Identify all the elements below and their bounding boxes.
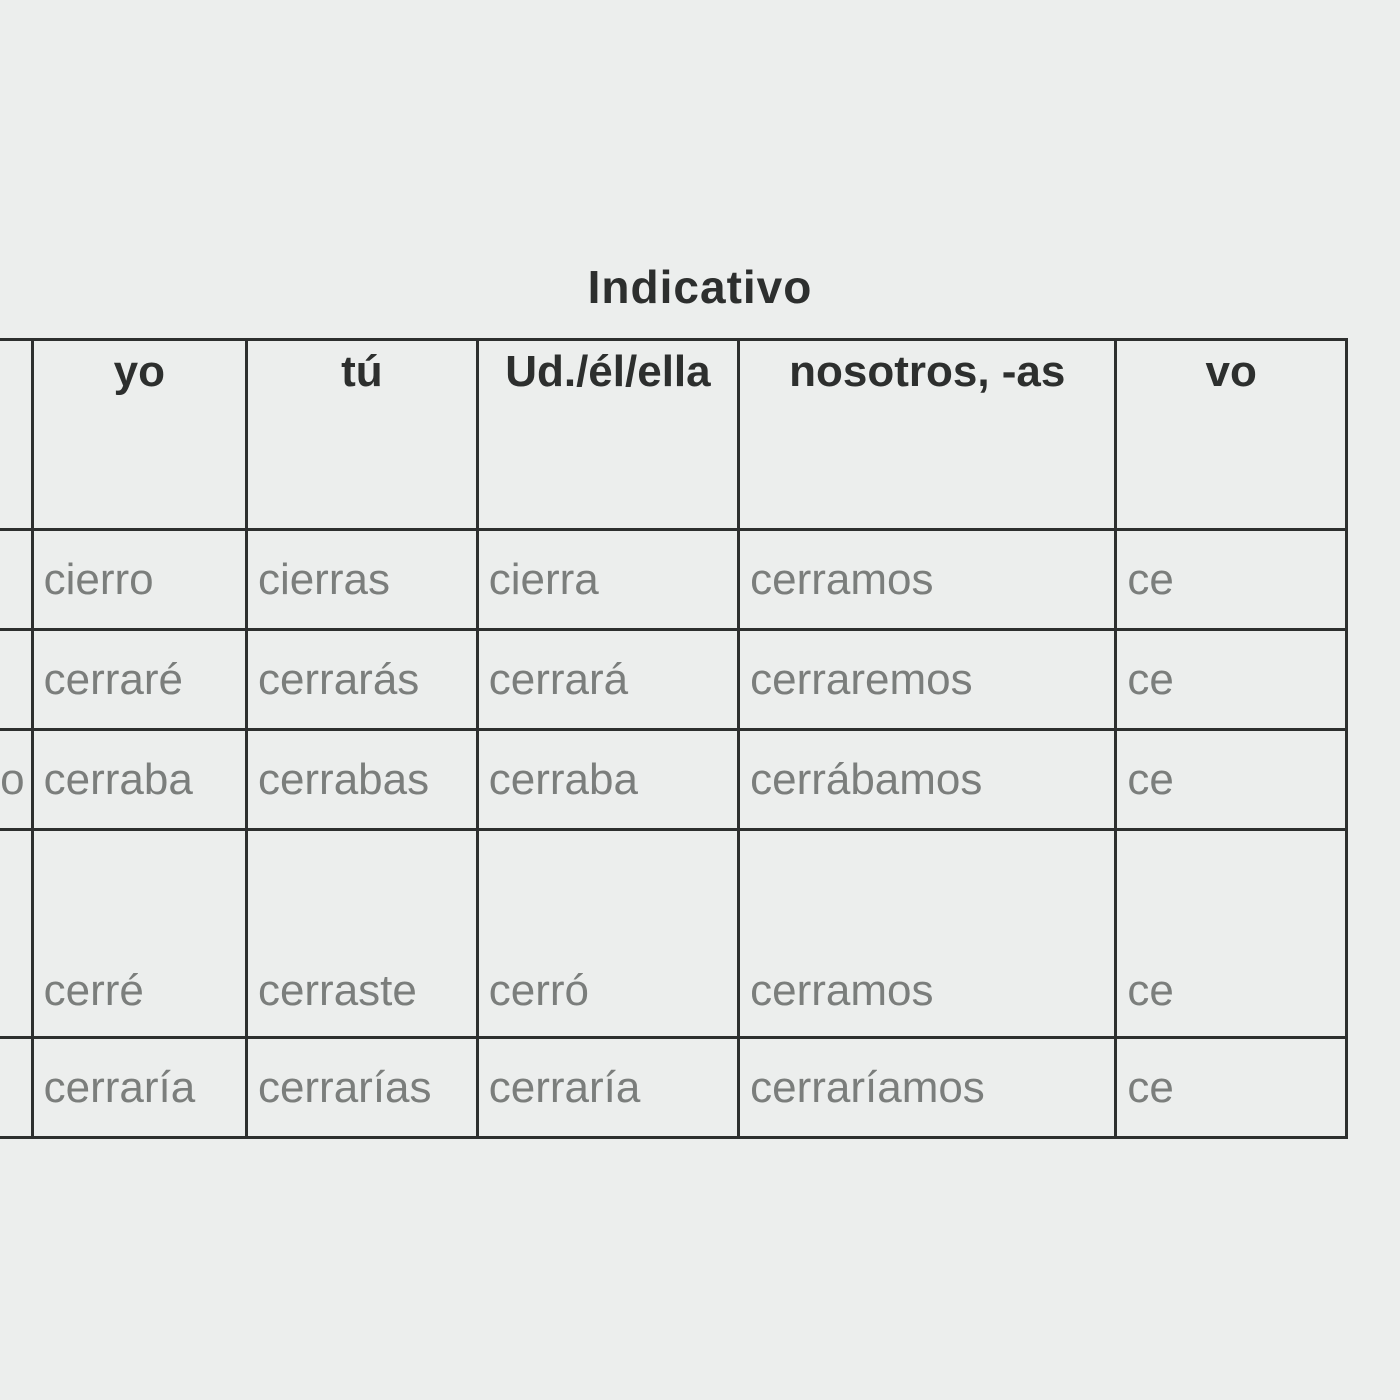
cell: cerramos <box>739 530 1116 630</box>
header-tu: tú <box>246 340 477 530</box>
table-row: cerraría cerrarías cerraría cerraríamos … <box>0 1038 1347 1138</box>
cell: cerraría <box>477 1038 738 1138</box>
table-title: Indicativo <box>0 260 1400 314</box>
cell: cerraré <box>32 630 246 730</box>
cell: cerrarías <box>246 1038 477 1138</box>
cell: cerrará <box>477 630 738 730</box>
cell: cerraremos <box>739 630 1116 730</box>
conjugation-table: yo tú Ud./él/ella nosotros, -as vo cierr… <box>0 338 1348 1139</box>
row-label <box>0 630 32 730</box>
cell: ce <box>1116 530 1347 630</box>
cell: ce <box>1116 730 1347 830</box>
cell: ce <box>1116 830 1347 1038</box>
cell: cerraba <box>477 730 738 830</box>
cell: cerraste <box>246 830 477 1038</box>
cell: cerraríamos <box>739 1038 1116 1138</box>
cell: cerramos <box>739 830 1116 1038</box>
cell: ce <box>1116 630 1347 730</box>
cell: cerró <box>477 830 738 1038</box>
table-row: cerraré cerrarás cerrará cerraremos ce <box>0 630 1347 730</box>
cell: cierras <box>246 530 477 630</box>
cell: cierro <box>32 530 246 630</box>
cell: cerraba <box>32 730 246 830</box>
table-row: cierro cierras cierra cerramos ce <box>0 530 1347 630</box>
cell: cerrabas <box>246 730 477 830</box>
header-row: yo tú Ud./él/ella nosotros, -as vo <box>0 340 1347 530</box>
cell: cerré <box>32 830 246 1038</box>
header-nos: nosotros, -as <box>739 340 1116 530</box>
row-label <box>0 530 32 630</box>
cell: ce <box>1116 1038 1347 1138</box>
row-label <box>0 1038 32 1138</box>
header-ud: Ud./él/ella <box>477 340 738 530</box>
cell: cierra <box>477 530 738 630</box>
header-rowlabel <box>0 340 32 530</box>
cell: cerrábamos <box>739 730 1116 830</box>
header-yo: yo <box>32 340 246 530</box>
header-vos: vo <box>1116 340 1347 530</box>
row-label <box>0 830 32 1038</box>
table-row: cerré cerraste cerró cerramos ce <box>0 830 1347 1038</box>
row-label: o <box>0 730 32 830</box>
cell: cerraría <box>32 1038 246 1138</box>
cell: cerrarás <box>246 630 477 730</box>
table-row: o cerraba cerrabas cerraba cerrábamos ce <box>0 730 1347 830</box>
